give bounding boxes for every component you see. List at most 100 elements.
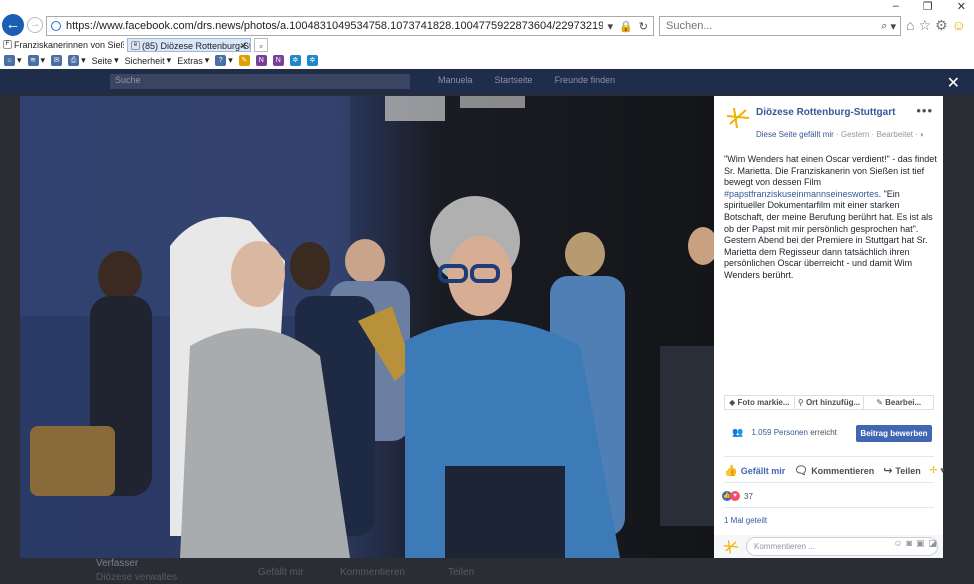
post-photo[interactable] [20,96,714,558]
thumbs-up-icon: 👍 [724,465,738,477]
reaction-bar: 👍 Gefällt mir 🗨 Kommentieren ↪ Teilen ✢ ▾ [724,464,945,477]
boost-post-button[interactable]: Beitrag bewerben [856,425,932,442]
back-button[interactable]: ← [2,14,24,36]
tab-label: Franziskanerinnen von Sießen [14,40,124,50]
toolbar-addon-4[interactable]: ✲ [289,55,301,66]
print-menu[interactable]: ⎙ ▾ [68,55,86,66]
facebook-search[interactable]: Suche [110,74,410,89]
facebook-page: Suche Manuela Startseite Freunde finden … [0,69,974,584]
address-row: ← → https://www.facebook.com/drs.news/ph… [0,14,974,38]
comment-button[interactable]: 🗨 Kommentieren [794,464,874,477]
close-window-icon[interactable]: ✕ [957,0,966,13]
favorites-icon[interactable]: ☆ [918,17,931,34]
background-like-label: Gefällt mir [258,567,304,578]
home-icon: ⌂ [4,55,15,66]
tab-bar: F Franziskanerinnen von Sießen e (85) Di… [0,38,974,52]
toolbar-addon-3[interactable]: N [272,55,284,66]
settings-icon[interactable]: ⚙ [935,17,948,34]
new-tab-button[interactable]: ▫ [254,38,268,52]
gif-icon[interactable]: ▣ [916,538,925,549]
like-button[interactable]: 👍 Gefällt mir [724,464,785,477]
nav-home[interactable]: Startseite [495,75,533,85]
feeds-menu[interactable]: ≋ ▾ [27,55,45,66]
help-menu[interactable]: ? ▾ [215,55,233,66]
commenter-avatar [723,540,739,554]
shares-count[interactable]: 1 Mal geteilt [724,516,767,525]
feedback-smiley-icon[interactable]: ☺ [952,17,966,34]
rss-icon: ≋ [27,55,39,66]
comment-label: Kommentieren [811,465,875,476]
url-text[interactable]: https://www.facebook.com/drs.news/photos… [66,20,603,32]
search-box[interactable]: ⌕ ▾ [659,16,901,36]
diocese-logo-icon[interactable] [724,104,752,132]
add-location-button[interactable]: ⚲ Ort hinzufüg... [795,396,865,409]
camera-icon[interactable]: ◙ [907,538,912,549]
sticker-icon[interactable]: ◪ [928,538,937,549]
close-theater-icon[interactable]: ✕ [947,73,960,93]
emoji-icon[interactable]: ☺ [893,538,902,549]
post-as-selector[interactable]: ✢ ▾ [930,465,945,476]
gear-icon: ✲ [289,55,301,66]
tab-facebook-active[interactable]: e (85) Diözese Rottenburg-St... ✕ [127,38,251,52]
divider [724,456,934,457]
background-comment-label: Kommentieren [340,567,406,578]
share-button[interactable]: ↪ Teilen [883,464,921,477]
photo-actions: ◆ Foto markie... ⚲ Ort hinzufüg... ✎ Bea… [724,395,934,410]
search-input[interactable] [664,19,882,33]
search-dropdown-icon[interactable]: ▾ [608,20,614,33]
search-icon[interactable]: ⌕ [881,20,887,33]
location-pin-icon: ⚲ [797,398,804,407]
toolbar-addon-5[interactable]: ✲ [306,55,318,66]
tag-photo-button[interactable]: ◆ Foto markie... [725,396,795,409]
more-options-icon[interactable]: ••• [916,103,933,118]
tab-label: (85) Diözese Rottenburg-St... [142,41,251,51]
search-options-icon[interactable]: ▾ [890,20,896,33]
add-location-label: Ort hinzufüg... [805,398,861,407]
photo-illustration [20,96,714,558]
post-text-part2: . "Ein spiritueller Dokumentarfilm mit e… [724,188,933,280]
tag-icon: ◆ [729,398,736,407]
home-icon[interactable]: ⌂ [906,17,914,34]
mail-icon: ✉ [51,55,63,66]
tab-franziskanerinnen[interactable]: F Franziskanerinnen von Sießen [0,38,124,52]
toolbar-addon-1[interactable]: ✎ [238,55,250,66]
window-titlebar: – ❐ ✕ [0,0,974,14]
forward-button[interactable]: → [27,17,43,33]
home-menu[interactable]: ⌂ ▾ [4,55,22,66]
post-time: · Gestern · Bearbeitet · [836,130,918,139]
print-icon: ⎙ [68,55,80,66]
restore-icon[interactable]: ❐ [923,0,933,13]
diocese-logo-small-icon: ✢ [929,465,938,475]
page-name-link[interactable]: Diözese Rottenburg-Stuttgart [756,107,895,118]
nav-find-friends[interactable]: Freunde finden [555,75,616,85]
onenote-send-icon: N [272,55,284,66]
reactions-summary[interactable]: 👍 ♥ 37 [722,491,753,501]
tab-close-icon[interactable]: ✕ [239,39,247,51]
toolbar-addon-2[interactable]: N [255,55,267,66]
security-menu[interactable]: Sicherheit ▾ [125,55,172,66]
reactions-count: 37 [744,491,753,501]
minimize-icon[interactable]: – [893,0,899,13]
reach-info: 👥 1.059 Personen erreicht [732,427,837,438]
edit-label: Bearbei... [885,398,922,407]
address-bar[interactable]: https://www.facebook.com/drs.news/photos… [46,16,654,36]
love-reaction-icon: ♥ [730,491,740,501]
page-menu[interactable]: Seite ▾ [92,55,119,66]
nav-profile[interactable]: Manuela [438,75,473,85]
refresh-icon[interactable]: ↻ [639,20,648,33]
background-post-bar: Verfasser Diözese verwaltes Gefällt mir … [0,558,714,584]
reach-count[interactable]: 1.059 Personen [751,428,808,437]
post-side-panel: Diözese Rottenburg-Stuttgart ••• Diese S… [714,96,945,558]
mail-button[interactable]: ✉ [51,55,63,66]
post-text: "Wim Wenders hat einen Oscar verdient!" … [724,154,938,282]
share-arrow-icon: ↪ [883,465,893,477]
post-hashtag[interactable]: #papstfranziskuseinmannseineswortes [724,189,879,199]
page-like-status[interactable]: Diese Seite gefällt mir [756,130,834,139]
globe-icon: ◐ [920,130,925,139]
page-menu-label: Seite [91,55,113,66]
extras-menu[interactable]: Extras ▾ [177,55,209,66]
window-controls: – ❐ ✕ [893,0,966,13]
lock-icon[interactable]: 🔒 [619,20,633,33]
tab-favicon-icon: F [3,40,12,49]
edit-button[interactable]: ✎ Bearbei... [864,396,933,409]
